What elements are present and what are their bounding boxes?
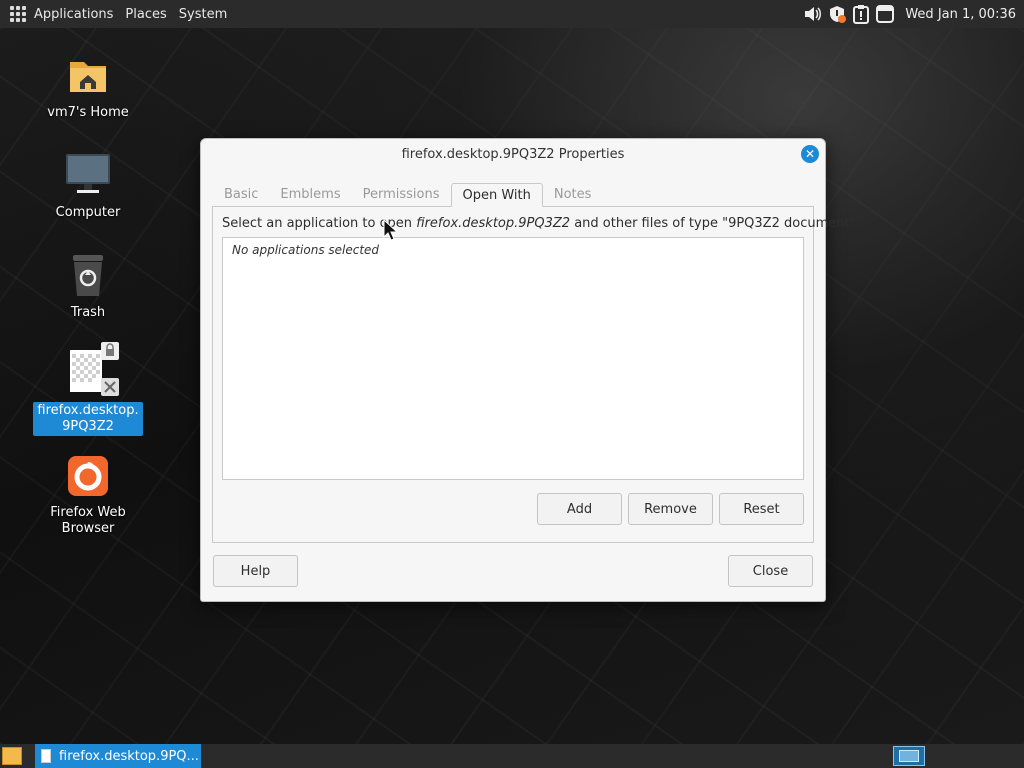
- trash-icon: [64, 252, 112, 300]
- label-line-2: 9PQ3Z2: [62, 419, 114, 434]
- close-icon[interactable]: ✕: [801, 145, 819, 163]
- bottom-panel: firefox.desktop.9PQ...: [0, 744, 1024, 768]
- workspace-switcher[interactable]: [893, 746, 925, 766]
- window-icon[interactable]: [875, 4, 895, 24]
- desktop-icon-label: Trash: [70, 305, 106, 320]
- menu-system[interactable]: System: [173, 0, 233, 28]
- desktop-icon-label: Firefox Web Browser: [50, 505, 126, 536]
- taskbar-item-label: firefox.desktop.9PQ...: [59, 748, 199, 764]
- tab-permissions[interactable]: Permissions: [352, 183, 451, 207]
- shield-update-icon[interactable]: [827, 4, 847, 24]
- desktop-icon-label: firefox.desktop. 9PQ3Z2: [33, 402, 143, 436]
- tab-bar: Basic Emblems Permissions Open With Note…: [213, 183, 602, 207]
- empty-list-text: No applications selected: [232, 243, 380, 257]
- reset-button[interactable]: Reset: [719, 493, 804, 525]
- system-tray: Wed Jan 1, 00:36: [803, 0, 1024, 28]
- clock[interactable]: Wed Jan 1, 00:36: [905, 7, 1016, 22]
- desktop-icon-firefox-desktop-file[interactable]: firefox.desktop. 9PQ3Z2: [28, 342, 148, 436]
- desktop-icon-home[interactable]: vm7's Home: [28, 52, 148, 122]
- help-button[interactable]: Help: [213, 555, 298, 587]
- desktop-icon-firefox[interactable]: Firefox Web Browser: [28, 452, 148, 538]
- open-with-page: Select an application to open firefox.de…: [212, 206, 856, 543]
- tab-basic[interactable]: Basic: [213, 183, 269, 207]
- add-button[interactable]: Add: [537, 493, 622, 525]
- home-folder-icon: [64, 52, 112, 100]
- volume-icon[interactable]: [803, 4, 823, 24]
- desktop-icon-label: vm7's Home: [47, 105, 129, 120]
- clipboard-icon[interactable]: [851, 4, 871, 24]
- tab-notes[interactable]: Notes: [543, 183, 603, 207]
- description-file: firefox.desktop.9PQ3Z2: [416, 216, 571, 231]
- dialog-titlebar[interactable]: firefox.desktop.9PQ3Z2 Properties ✕: [201, 139, 825, 169]
- open-with-description: Select an application to open firefox.de…: [222, 216, 856, 231]
- tab-open-with[interactable]: Open With: [450, 183, 543, 207]
- desktop-icon-label: Computer: [55, 205, 121, 220]
- menu-applications[interactable]: Applications: [28, 0, 119, 28]
- show-desktop-folder-icon[interactable]: [2, 747, 22, 765]
- desktop-icon-trash[interactable]: Trash: [28, 252, 148, 322]
- dialog-title: firefox.desktop.9PQ3Z2 Properties: [401, 146, 625, 162]
- description-suffix: and other files of type "9PQ3Z2 document…: [570, 216, 856, 231]
- desktop-icon-computer[interactable]: Computer: [28, 152, 148, 222]
- menu-places[interactable]: Places: [119, 0, 172, 28]
- label-line-1: firefox.desktop.: [37, 403, 139, 418]
- applications-grid-icon[interactable]: [10, 6, 26, 22]
- application-list[interactable]: No applications selected: [222, 237, 804, 480]
- tab-emblems[interactable]: Emblems: [269, 183, 351, 207]
- firefox-icon: [64, 452, 112, 500]
- properties-dialog: firefox.desktop.9PQ3Z2 Properties ✕ Basi…: [200, 138, 856, 602]
- computer-icon: [64, 152, 112, 200]
- file-icon: [64, 342, 119, 398]
- remove-button[interactable]: Remove: [628, 493, 713, 525]
- close-button[interactable]: Close: [728, 555, 813, 587]
- top-panel: Applications Places System Wed Jan 1, 00…: [0, 0, 1024, 28]
- file-icon: [41, 749, 51, 763]
- taskbar-item-properties[interactable]: firefox.desktop.9PQ...: [35, 744, 201, 768]
